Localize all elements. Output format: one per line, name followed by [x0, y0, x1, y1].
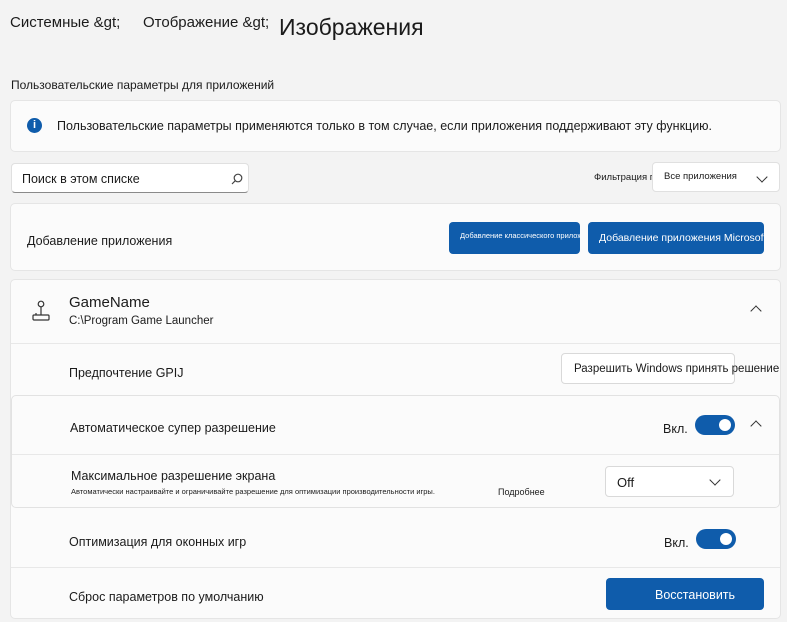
auto-sr-toggle[interactable] — [695, 415, 735, 435]
breadcrumb-display[interactable]: Отображение &gt; — [143, 14, 269, 31]
joystick-icon — [32, 300, 50, 321]
section-title: Пользовательские параметры для приложени… — [11, 78, 275, 92]
app-path: C:\Program Game Launcher — [69, 315, 214, 327]
restore-button-label: Восстановить — [655, 588, 736, 602]
info-text: Пользовательские параметры применяются т… — [57, 119, 713, 133]
chevron-down-icon — [756, 171, 768, 183]
collapse-auto-sr-button[interactable] — [744, 414, 768, 436]
add-classic-app-button[interactable]: Добавление классического приложения — [449, 222, 580, 254]
search-icon[interactable] — [231, 173, 243, 185]
max-resolution-description: Автоматически настраивайте и ограничивай… — [71, 487, 435, 496]
learn-more-link[interactable]: Подробнее — [498, 487, 545, 497]
max-resolution-label: Максимальное разрешение экрана — [71, 469, 276, 483]
chevron-down-icon — [709, 474, 721, 486]
chevron-up-icon — [750, 305, 762, 317]
search-input[interactable] — [22, 172, 222, 186]
max-resolution-value: Off — [617, 475, 635, 490]
divider — [12, 454, 779, 455]
page-title: Изображения — [279, 14, 424, 40]
auto-sr-state: Вкл. — [663, 422, 688, 436]
auto-sr-label: Автоматическое супер разрешение — [70, 421, 276, 435]
windowed-optimization-toggle[interactable] — [696, 529, 736, 549]
restore-button[interactable]: Восстановить — [606, 578, 764, 610]
collapse-app-button[interactable] — [740, 298, 770, 322]
chevron-up-icon — [750, 420, 762, 432]
reset-label: Сброс параметров по умолчанию — [69, 590, 264, 604]
filter-dropdown[interactable]: Все приложения — [652, 162, 780, 192]
add-store-app-label: Добавление приложения Microsoft Store — [599, 232, 764, 244]
add-classic-app-label: Добавление классического приложения — [460, 231, 580, 240]
gpu-preference-button[interactable]: Разрешить Windows принять решение — [561, 353, 779, 384]
info-icon: i — [27, 118, 42, 133]
breadcrumb-system[interactable]: Системные &gt; — [10, 14, 120, 31]
add-app-label: Добавление приложения — [27, 234, 173, 248]
search-box[interactable] — [11, 163, 249, 193]
filter-value: Все приложения — [664, 171, 737, 182]
gpu-preference-value: Разрешить Windows принять решение — [574, 363, 780, 375]
divider — [11, 567, 780, 568]
app-name: GameName — [69, 294, 150, 311]
divider — [11, 343, 780, 344]
add-store-app-button[interactable]: Добавление приложения Microsoft Store — [588, 222, 764, 254]
windowed-optimization-state: Вкл. — [664, 536, 689, 550]
max-resolution-dropdown[interactable]: Off — [605, 466, 734, 497]
gpu-preference-label: Предпочтение GPIJ — [69, 366, 184, 380]
windowed-optimization-label: Оптимизация для оконных игр — [69, 535, 247, 549]
